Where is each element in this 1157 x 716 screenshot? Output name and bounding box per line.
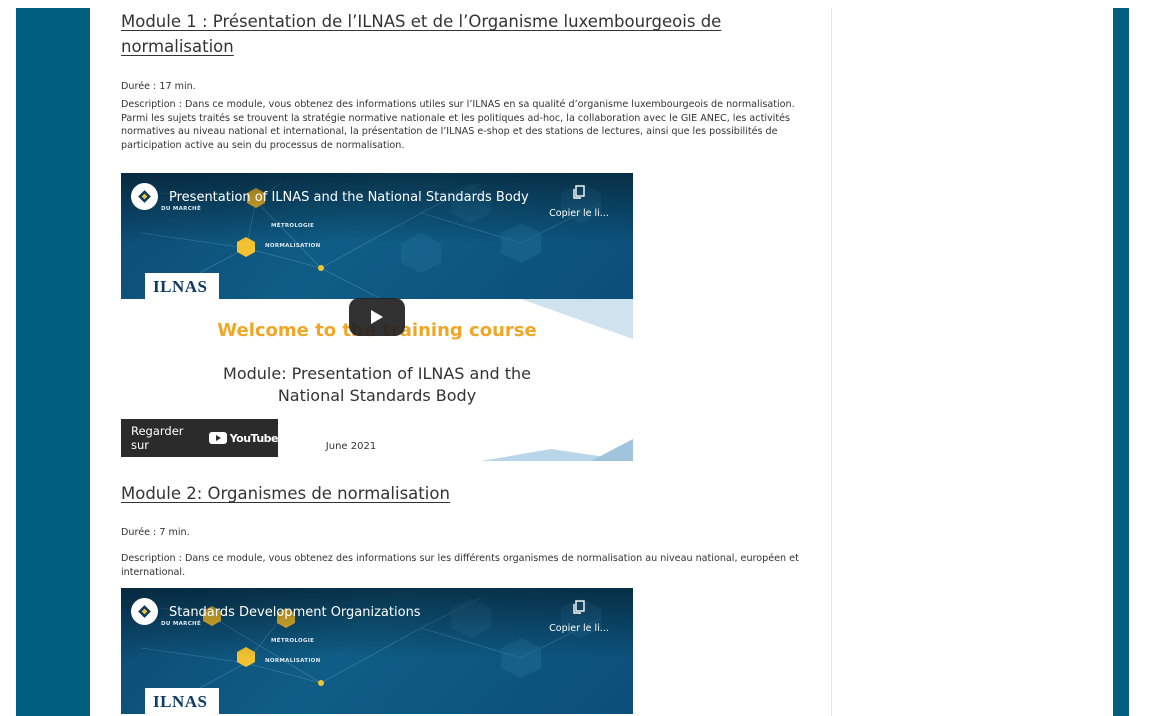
youtube-logo: YouTube <box>208 431 279 445</box>
copy-link-button[interactable]: Copier le li... <box>541 185 617 221</box>
channel-avatar[interactable] <box>131 183 158 210</box>
tag-normalisation: NORMALISATION <box>265 658 321 664</box>
module-2-duration: Durée : 7 min. <box>121 527 190 538</box>
tag-marche: DU MARCHÉ <box>161 206 202 212</box>
video-title[interactable]: Standards Development Organizations <box>169 605 421 620</box>
module-1-video-player[interactable]: MÉTROLOGIE NORMALISATION DU MARCHÉ ILNAS… <box>121 173 633 461</box>
module-2-description: Description : Dans ce module, vous obten… <box>121 553 799 578</box>
module-1-duration: Durée : 17 min. <box>121 81 196 92</box>
module-line-1: Module: Presentation of ILNAS and the <box>223 364 531 383</box>
tag-metrologie: MÉTROLOGIE <box>271 223 315 229</box>
tag-normalisation: NORMALISATION <box>265 243 321 249</box>
ilnas-logo: ILNAS <box>145 688 219 714</box>
left-side-band <box>16 8 90 716</box>
ilnas-logo: ILNAS <box>145 273 219 299</box>
video-title[interactable]: Presentation of ILNAS and the National S… <box>169 190 529 205</box>
right-side-band <box>1113 8 1129 716</box>
module-line-2: National Standards Body <box>277 386 477 405</box>
watch-label: Regarder sur <box>131 424 184 452</box>
play-button[interactable] <box>349 298 405 336</box>
module-1-description: Description : Dans ce module, vous obten… <box>121 99 795 151</box>
copy-icon <box>573 600 585 614</box>
tag-metrologie: MÉTROLOGIE <box>271 638 315 644</box>
tag-marche: DU MARCHÉ <box>161 621 202 627</box>
module-2-title-link[interactable]: Module 2: Organismes de normalisation <box>121 481 801 506</box>
copy-link-button[interactable]: Copier le li... <box>541 600 617 636</box>
youtube-play-icon <box>208 432 227 444</box>
column-divider <box>831 8 832 716</box>
copy-icon <box>573 185 585 199</box>
channel-avatar[interactable] <box>131 598 158 625</box>
ilnas-diamond-icon <box>138 190 151 203</box>
copy-link-label: Copier le li... <box>549 623 609 634</box>
watch-on-youtube-button[interactable]: Regarder sur YouTube <box>121 419 279 457</box>
youtube-wordmark: YouTube <box>229 431 279 445</box>
copy-link-label: Copier le li... <box>549 208 609 219</box>
module-2-video-player[interactable]: MÉTROLOGIE NORMALISATION DU MARCHÉ ILNAS… <box>121 588 633 716</box>
ilnas-diamond-icon <box>138 605 151 618</box>
module-1-title-link[interactable]: Module 1 : Présentation de l’ILNAS et de… <box>121 9 801 59</box>
